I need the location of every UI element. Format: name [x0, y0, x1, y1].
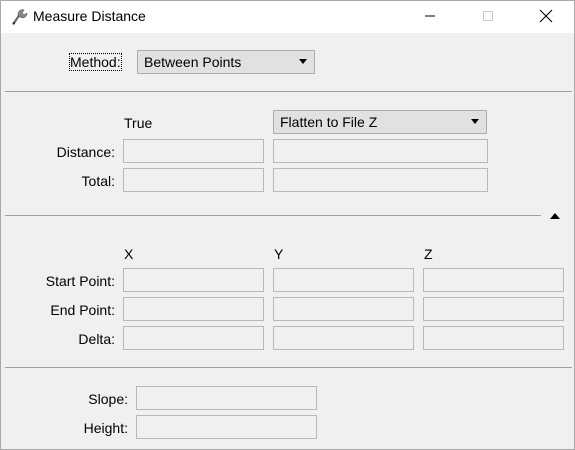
true-header: True	[124, 115, 153, 131]
title-bar[interactable]: Measure Distance	[1, 1, 574, 33]
z-header: Z	[424, 246, 433, 262]
flatten-dropdown[interactable]: Flatten to File Z	[273, 110, 487, 134]
minimize-icon	[424, 9, 436, 25]
measure-distance-window: Measure Distance Method: Between Points …	[0, 0, 575, 450]
measure-tool-icon	[9, 7, 29, 27]
close-icon	[539, 9, 553, 26]
start-point-z-field[interactable]	[423, 268, 564, 292]
divider	[5, 91, 572, 92]
distance-true-field[interactable]	[123, 139, 264, 163]
end-point-x-field[interactable]	[123, 297, 264, 321]
x-header: X	[124, 246, 134, 262]
total-true-field[interactable]	[123, 168, 264, 192]
height-field[interactable]	[136, 415, 317, 439]
maximize-button[interactable]	[465, 1, 511, 33]
delta-label: Delta:	[78, 331, 115, 347]
slope-field[interactable]	[136, 386, 317, 410]
delta-y-field[interactable]	[273, 326, 414, 350]
total-flatten-field[interactable]	[273, 168, 488, 192]
end-point-y-field[interactable]	[273, 297, 414, 321]
divider	[5, 215, 541, 216]
maximize-icon	[482, 9, 494, 25]
chevron-down-icon	[471, 119, 479, 124]
total-label: Total:	[81, 173, 115, 189]
y-header: Y	[274, 246, 284, 262]
start-point-x-field[interactable]	[123, 268, 264, 292]
divider	[5, 367, 572, 368]
flatten-dropdown-value: Flatten to File Z	[280, 114, 378, 130]
minimize-button[interactable]	[407, 1, 453, 33]
start-point-label: Start Point:	[45, 273, 115, 289]
delta-x-field[interactable]	[123, 326, 264, 350]
height-label: Height:	[83, 420, 128, 436]
slope-label: Slope:	[88, 391, 128, 407]
method-label: Method:	[69, 53, 122, 71]
collapse-arrow-icon[interactable]	[550, 213, 560, 219]
window-title: Measure Distance	[33, 8, 146, 24]
method-dropdown[interactable]: Between Points	[137, 50, 315, 74]
start-point-y-field[interactable]	[273, 268, 414, 292]
method-dropdown-value: Between Points	[144, 54, 242, 70]
close-button[interactable]	[523, 1, 569, 33]
end-point-z-field[interactable]	[423, 297, 564, 321]
end-point-label: End Point:	[50, 302, 115, 318]
delta-z-field[interactable]	[423, 326, 564, 350]
distance-flatten-field[interactable]	[273, 139, 488, 163]
chevron-down-icon	[299, 59, 307, 64]
distance-label: Distance:	[56, 144, 115, 160]
